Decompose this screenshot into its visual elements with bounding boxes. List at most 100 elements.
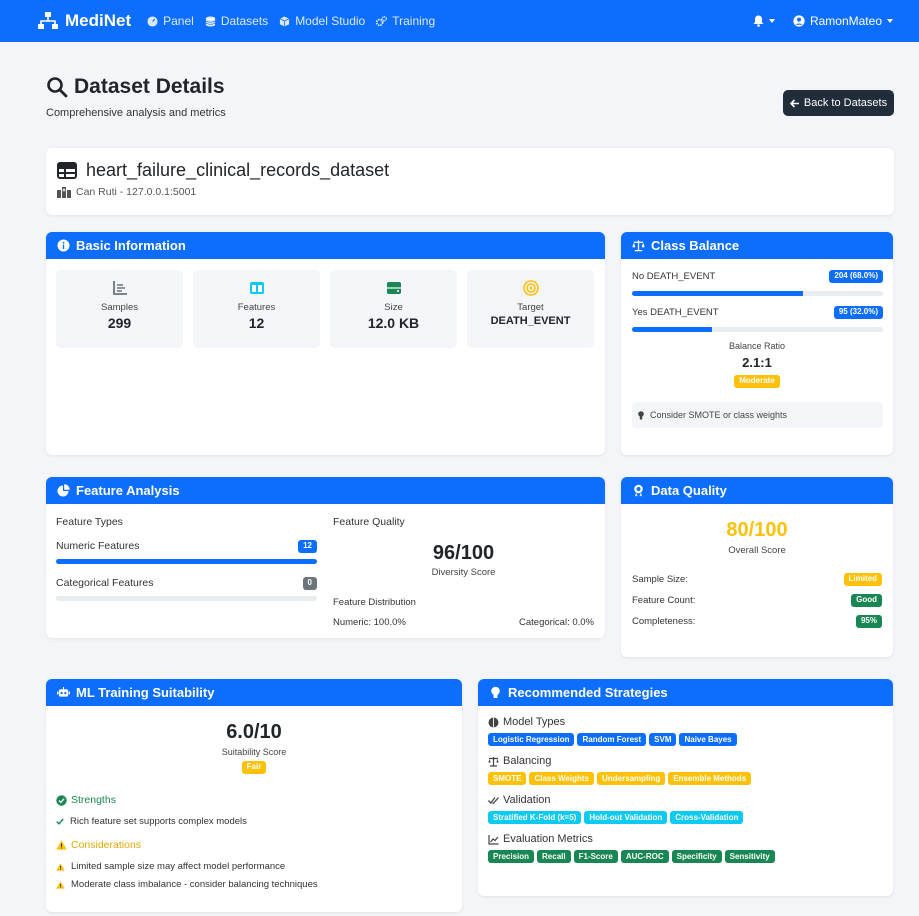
quality-row-feature-count: Feature Count: Good: [632, 594, 882, 607]
strategy-chip: F1-Score: [573, 850, 618, 863]
strategies-title: Recommended Strategies: [508, 685, 668, 700]
check-circle-icon: [56, 794, 67, 806]
strategy-chip: Stratified K-Fold (k=5): [488, 811, 582, 824]
stat-value: DEATH_EVENT: [490, 315, 571, 327]
strategy-chip: Hold-out Validation: [584, 811, 668, 824]
page-title: Dataset Details: [46, 75, 225, 99]
stat-samples: Samples 299: [56, 270, 183, 348]
class-label: No DEATH_EVENT: [632, 270, 716, 282]
feature-distribution-values: Numeric: 100.0% Categorical: 0.0%: [333, 617, 594, 628]
database-icon: [205, 15, 216, 27]
basic-info-header: Basic Information: [46, 232, 605, 259]
class-progress: [632, 326, 883, 332]
balance-ratio-badge: Moderate: [734, 375, 780, 388]
back-to-datasets-button[interactable]: Back to Datasets: [783, 90, 894, 116]
strategy-group-label: Evaluation Metrics: [503, 833, 593, 845]
strategy-group: Evaluation Metrics Precision Recall F1-Scor…: [488, 833, 883, 863]
chart-bar-icon: [112, 281, 127, 295]
numeric-features-label: Numeric Features: [56, 540, 140, 553]
strategy-chip-row: Logistic Regression Random Forest SVM Naive…: [488, 733, 883, 746]
check-double-icon: [488, 796, 499, 804]
numeric-count-badge: 12: [298, 540, 317, 553]
nav-label: Training: [392, 14, 436, 28]
cogs-icon: [376, 15, 388, 26]
brand-name: MediNet: [65, 11, 132, 30]
nav-item-datasets[interactable]: Datasets: [205, 14, 268, 28]
feature-distribution-title: Feature Distribution: [333, 597, 416, 608]
lightbulb-icon: [491, 686, 500, 698]
balance-ratio: Balance Ratio 2.1:1 Moderate: [621, 341, 893, 388]
class-row-no: No DEATH_EVENT 204 (68.0%): [632, 270, 883, 296]
numeric-progress: [56, 558, 317, 564]
progress-fill: [632, 290, 803, 296]
strategy-chip: Specificity: [671, 850, 722, 863]
strategy-group-label: Validation: [503, 794, 551, 806]
nav-item-training[interactable]: Training: [376, 14, 435, 28]
strategy-group-title: Evaluation Metrics: [488, 833, 883, 845]
strategy-group-label: Model Types: [503, 716, 566, 728]
network-icon: [38, 12, 58, 29]
page-subtitle: Comprehensive analysis and metrics: [46, 107, 226, 119]
data-quality-card: Data Quality 80/100 Overall Score Sample…: [621, 477, 893, 657]
stat-features: Features 12: [193, 270, 320, 348]
back-button-label: Back to Datasets: [803, 97, 888, 109]
search-icon: [47, 77, 68, 98]
balance-ratio-value: 2.1:1: [742, 355, 772, 370]
nav-label: Datasets: [220, 14, 269, 28]
stat-size: Size 12.0 KB: [330, 270, 457, 348]
categorical-features-label: Categorical Features: [56, 577, 154, 590]
info-circle-icon: [57, 239, 70, 252]
award-icon: [634, 484, 643, 497]
strategy-group: Model Types Logistic Regression Random For…: [488, 716, 883, 746]
strategy-chip: Cross-Validation: [670, 811, 744, 824]
strategy-chip: Random Forest: [577, 733, 647, 746]
feature-analysis-header: Feature Analysis: [46, 477, 605, 504]
notifications-dropdown[interactable]: [753, 15, 775, 27]
categorical-features-row: Categorical Features 0: [56, 577, 317, 601]
nav-item-model-studio[interactable]: Model Studio: [279, 14, 365, 28]
dataset-name: heart_failure_clinical_records_dataset: [86, 160, 390, 180]
class-progress: [632, 290, 883, 296]
feature-types-title: Feature Types: [56, 516, 123, 528]
progress-fill: [56, 558, 317, 564]
quality-score: 80/100 Overall Score: [621, 519, 893, 556]
strategy-chip-row: Precision Recall F1-Score AUC-ROC Specificit…: [488, 850, 883, 863]
quality-row-label: Sample Size:: [632, 573, 688, 585]
strengths-title: Strengths: [56, 794, 116, 806]
diversity-score-value: 96/100: [432, 542, 495, 564]
consideration-item: Moderate class imbalance - consider bala…: [56, 879, 318, 890]
class-row-yes: Yes DEATH_EVENT 95 (32.0%): [632, 306, 883, 332]
scale-icon: [488, 756, 499, 767]
strengths-title-text: Strengths: [71, 794, 116, 806]
categorical-pct: Categorical: 0.0%: [519, 617, 594, 628]
brand[interactable]: MediNet: [38, 11, 131, 31]
user-name: RamonMateo: [809, 14, 882, 28]
basic-info-title: Basic Information: [76, 238, 186, 253]
chevron-down-icon: [768, 19, 775, 23]
table-icon: [57, 162, 77, 179]
consideration-text: Limited sample size may affect model per…: [71, 861, 286, 872]
gauge-icon: [147, 15, 158, 27]
strategy-group-title: Balancing: [488, 755, 883, 767]
quality-row-label: Completeness:: [632, 615, 696, 627]
quality-score-value: 80/100: [726, 519, 788, 541]
considerations-title-text: Considerations: [71, 839, 142, 851]
strategy-chip: Ensemble Methods: [668, 772, 752, 785]
suitability-score-value: 6.0/10: [226, 721, 282, 743]
strategy-chip: Precision: [488, 850, 535, 863]
user-dropdown[interactable]: RamonMateo: [793, 14, 893, 28]
quality-row-badge: Limited: [843, 573, 882, 586]
ml-suitability-header: ML Training Suitability: [46, 679, 462, 706]
dataset-host: Can Ruti - 127.0.0.1:5001: [57, 186, 883, 198]
quality-row-completeness: Completeness: 95%: [632, 615, 882, 628]
strategy-groups: Model Types Logistic Regression Random For…: [488, 716, 883, 863]
categorical-count-badge: 0: [302, 577, 317, 590]
robot-icon: [57, 686, 70, 697]
quality-row-sample-size: Sample Size: Limited: [632, 573, 882, 586]
categorical-progress: [56, 595, 317, 601]
stat-label: Features: [237, 302, 276, 313]
user-circle-icon: [793, 15, 805, 27]
consideration-item: Limited sample size may affect model per…: [56, 861, 285, 872]
strategy-chip: Sensitivity: [724, 850, 775, 863]
nav-item-panel[interactable]: Panel: [147, 14, 194, 28]
